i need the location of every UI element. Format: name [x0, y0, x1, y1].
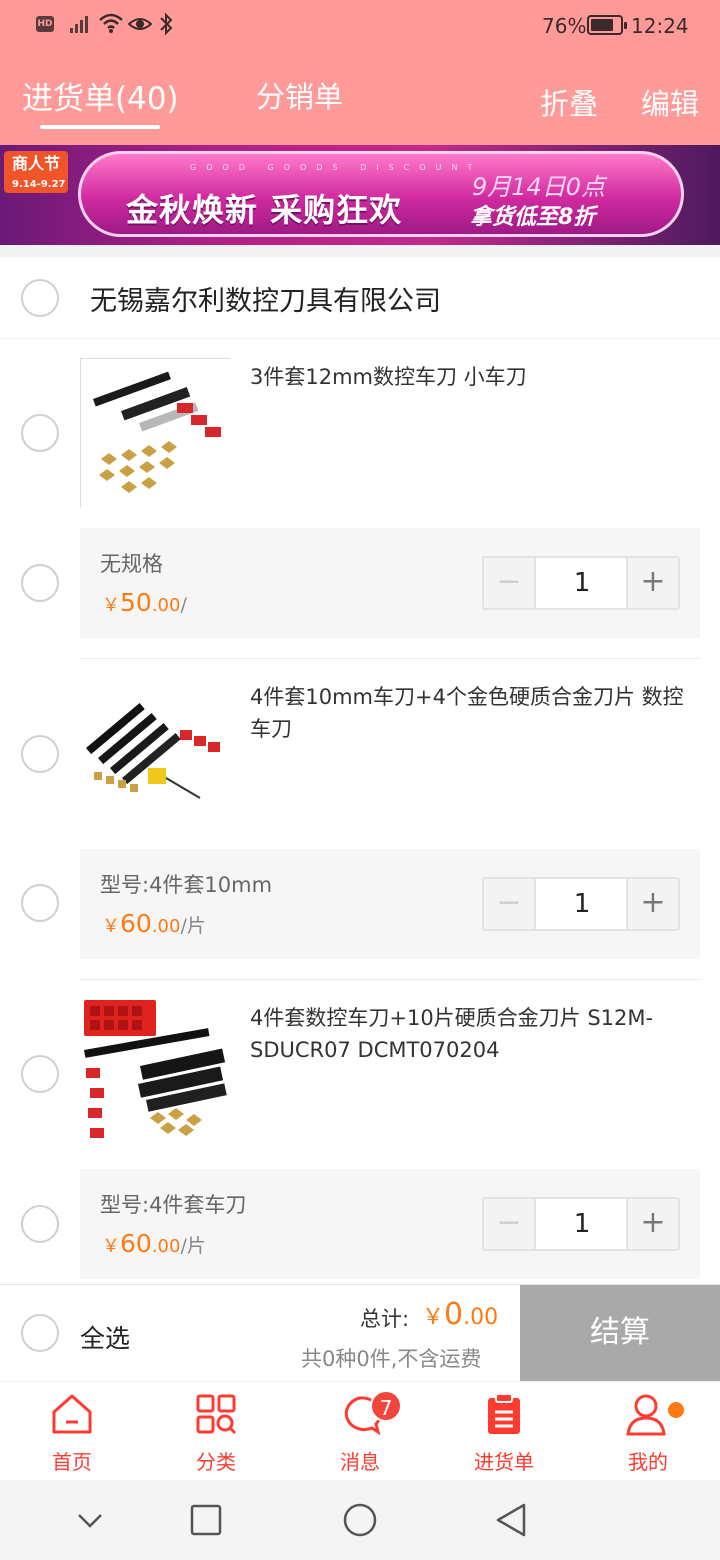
divider — [80, 979, 700, 980]
bluetooth-icon — [160, 12, 173, 36]
tab-purchase-list[interactable]: 进货单(40) — [22, 73, 179, 118]
nav-category[interactable]: 分类 — [144, 1382, 288, 1481]
nav-label: 消息 — [340, 1450, 380, 1474]
tab-distribution-list[interactable]: 分销单 — [256, 74, 343, 116]
increase-button[interactable]: + — [626, 558, 678, 608]
shop-select-radio[interactable] — [21, 279, 59, 317]
nav-label: 首页 — [52, 1450, 92, 1474]
quantity-stepper: − 1 + — [482, 556, 680, 610]
nav-label: 进货单 — [474, 1450, 534, 1474]
sku-spec: 型号:4件套车刀 — [100, 1193, 247, 1217]
nav-profile[interactable]: 我的 — [576, 1382, 720, 1481]
product-select-radio[interactable] — [21, 735, 59, 773]
sku-price: ￥50.00/ — [102, 588, 187, 617]
product-image[interactable] — [80, 358, 230, 508]
nav-label: 我的 — [628, 1450, 668, 1474]
decrease-button[interactable]: − — [484, 558, 536, 608]
nav-label: 分类 — [196, 1450, 236, 1474]
back-icon[interactable] — [494, 1502, 530, 1538]
sku-price: ￥60.00/片 — [102, 909, 206, 938]
edit-button[interactable]: 编辑 — [641, 81, 699, 123]
product-title[interactable]: 3件套12mm数控车刀 小车刀 — [250, 361, 690, 393]
unread-badge: 7 — [370, 1390, 402, 1422]
eye-icon — [128, 18, 152, 30]
product-image[interactable] — [80, 998, 230, 1148]
chevron-down-icon[interactable] — [76, 1506, 104, 1534]
category-icon — [196, 1394, 237, 1435]
nav-home[interactable]: 首页 — [0, 1382, 144, 1481]
profile-icon — [626, 1394, 666, 1436]
total-label: 总计: — [360, 1307, 410, 1331]
product-title[interactable]: 4件套数控车刀+10片硬质合金刀片 S12M-SDUCR07 DCMT07020… — [250, 1002, 690, 1066]
banner-date: 9月14日0点 — [472, 173, 606, 201]
clock: 12:24 — [631, 14, 689, 38]
bottom-navigation: 首页 分类 7 消息 进货单 我的 — [0, 1381, 720, 1480]
recent-apps-icon[interactable] — [190, 1504, 222, 1536]
decrease-button[interactable]: − — [484, 879, 536, 929]
promo-banner[interactable]: 商人节 9.14-9.27 GOOD GOODS DISCOUNT 金秋焕新 采… — [0, 145, 720, 245]
quantity-value[interactable]: 1 — [536, 558, 628, 608]
nav-purchase-list[interactable]: 进货单 — [432, 1382, 576, 1481]
select-all-label[interactable]: 全选 — [80, 1319, 130, 1355]
sku-spec: 无规格 — [100, 552, 163, 576]
home-circle-icon[interactable] — [342, 1502, 378, 1538]
app-header: HD 76% 12:24 进货单(40) 分销单 折叠 编辑 — [0, 0, 720, 145]
sku-row: 型号:4件套10mm ￥60.00/片 − 1 + — [80, 849, 700, 959]
quantity-stepper: − 1 + — [482, 1197, 680, 1251]
shop-header: 无锡嘉尔利数控刀具有限公司 — [0, 257, 720, 339]
banner-slogan: 金秋焕新 采购狂欢 — [126, 191, 403, 229]
sku-row: 无规格 ￥50.00/ − 1 + — [80, 528, 700, 638]
quantity-value[interactable]: 1 — [536, 879, 628, 929]
lathe-tool-set-image — [92, 371, 221, 493]
divider — [80, 658, 700, 659]
battery-icon — [587, 15, 627, 35]
product-select-radio[interactable] — [21, 1055, 59, 1093]
increase-button[interactable]: + — [626, 1199, 678, 1249]
product-image[interactable] — [80, 678, 230, 828]
product-select-radio[interactable] — [21, 414, 59, 452]
section-gap — [0, 245, 720, 257]
decrease-button[interactable]: − — [484, 1199, 536, 1249]
quantity-stepper: − 1 + — [482, 877, 680, 931]
sku-select-radio[interactable] — [21, 564, 59, 602]
sku-select-radio[interactable] — [21, 884, 59, 922]
wifi-icon — [99, 13, 123, 33]
increase-button[interactable]: + — [626, 879, 678, 929]
nav-messages[interactable]: 7 消息 — [288, 1382, 432, 1481]
home-icon — [52, 1394, 92, 1434]
status-bar: HD 76% 12:24 — [0, 0, 720, 52]
banner-discount: 拿货低至8折 — [470, 205, 596, 230]
sku-select-radio[interactable] — [21, 1205, 59, 1243]
quantity-value[interactable]: 1 — [536, 1199, 628, 1249]
shop-name[interactable]: 无锡嘉尔利数控刀具有限公司 — [90, 279, 441, 318]
hd-icon: HD — [36, 16, 54, 32]
battery-percent: 76% — [542, 14, 587, 38]
notification-dot — [668, 1402, 684, 1418]
product-title[interactable]: 4件套10mm车刀+4个金色硬质合金刀片 数控车刀 — [250, 681, 690, 745]
signal-icon — [70, 16, 88, 33]
sku-row: 型号:4件套车刀 ￥60.00/片 − 1 + — [80, 1169, 700, 1279]
sku-price: ￥60.00/片 — [102, 1229, 206, 1258]
active-tab-indicator — [40, 125, 160, 129]
select-all-radio[interactable] — [21, 1314, 59, 1352]
lathe-tool-set-image — [84, 1000, 227, 1138]
festival-dates: 9.14-9.27 — [12, 179, 66, 190]
banner-tagline: GOOD GOODS DISCOUNT — [190, 163, 483, 172]
purchase-list-icon — [488, 1393, 520, 1434]
checkout-bar: 全选 总计: ￥0.00 共0种0件,不含运费 结算 — [0, 1284, 720, 1381]
system-navigation-bar — [0, 1480, 720, 1560]
sku-spec: 型号:4件套10mm — [100, 873, 273, 897]
checkout-button[interactable]: 结算 — [520, 1285, 720, 1381]
lathe-tool-set-image — [86, 703, 220, 799]
fold-button[interactable]: 折叠 — [540, 81, 598, 123]
total-amount: ￥0.00 — [422, 1297, 499, 1332]
cart-summary: 共0种0件,不含运费 — [301, 1347, 482, 1371]
